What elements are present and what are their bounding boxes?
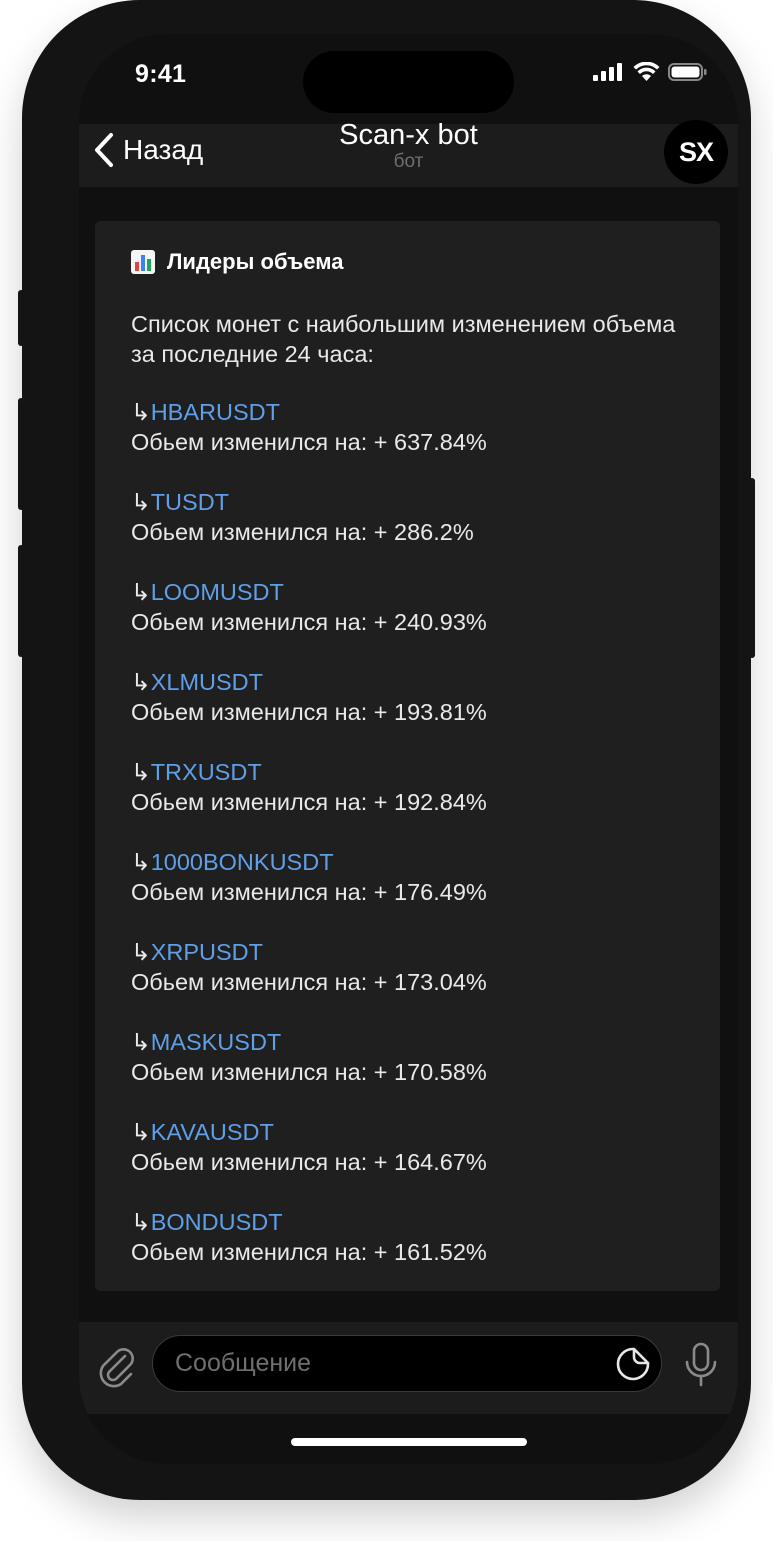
microphone-icon[interactable] bbox=[683, 1342, 719, 1388]
message-input[interactable] bbox=[152, 1335, 662, 1392]
arrow-icon: ↳ bbox=[131, 1209, 151, 1235]
arrow-icon: ↳ bbox=[131, 1119, 151, 1145]
list-item: ↳1000BONKUSDT Обьем изменился на: + 176.… bbox=[131, 847, 487, 937]
arrow-icon: ↳ bbox=[131, 939, 151, 965]
battery-icon bbox=[668, 63, 707, 81]
arrow-icon: ↳ bbox=[131, 849, 151, 875]
volume-change: Обьем изменился на: + 161.52% bbox=[131, 1239, 487, 1265]
volume-change: Обьем изменился на: + 240.93% bbox=[131, 609, 487, 635]
list-item: ↳LOOMUSDT Обьем изменился на: + 240.93% bbox=[131, 577, 487, 667]
list-item: ↳XLMUSDT Обьем изменился на: + 193.81% bbox=[131, 667, 487, 757]
power-button bbox=[749, 478, 755, 658]
list-item: ↳HBARUSDT Обьем изменился на: + 637.84% bbox=[131, 397, 487, 487]
message-heading: Лидеры объема bbox=[131, 249, 343, 275]
volume-change: Обьем изменился на: + 637.84% bbox=[131, 429, 487, 455]
signal-icon bbox=[593, 63, 622, 81]
arrow-icon: ↳ bbox=[131, 1029, 151, 1055]
chat-header: Scan-x bot бот Назад SX bbox=[79, 119, 738, 187]
volume-up-button bbox=[18, 398, 24, 510]
coin-link[interactable]: KAVAUSDT bbox=[151, 1119, 274, 1145]
intro-text: Список монет с наибольшим изменением объ… bbox=[131, 311, 676, 367]
volume-change: Обьем изменился на: + 173.04% bbox=[131, 969, 487, 995]
coin-link[interactable]: MASKUSDT bbox=[151, 1029, 282, 1055]
back-button[interactable]: Назад bbox=[93, 132, 203, 168]
arrow-icon: ↳ bbox=[131, 399, 151, 425]
coin-link[interactable]: LOOMUSDT bbox=[151, 579, 284, 605]
volume-change: Обьем изменился на: + 286.2% bbox=[131, 519, 474, 545]
list-item: ↳KAVAUSDT Обьем изменился на: + 164.67% bbox=[131, 1117, 487, 1207]
coin-link[interactable]: TUSDT bbox=[151, 489, 229, 515]
bot-avatar[interactable]: SX bbox=[664, 120, 728, 184]
list-item: ↳BONDUSDT Обьем изменился на: + 161.52% bbox=[131, 1207, 487, 1297]
screen: 9:41 Scan-x bot бот Назад SX Лидеры объе… bbox=[79, 34, 738, 1464]
list-item: ↳MASKUSDT Обьем изменился на: + 170.58% bbox=[131, 1027, 487, 1117]
home-indicator[interactable] bbox=[291, 1438, 527, 1446]
chevron-left-icon bbox=[95, 133, 113, 167]
arrow-icon: ↳ bbox=[131, 579, 151, 605]
heading-text: Лидеры объема bbox=[167, 249, 344, 274]
volume-change: Обьем изменился на: + 176.49% bbox=[131, 879, 487, 905]
arrow-icon: ↳ bbox=[131, 669, 151, 695]
bar-chart-icon bbox=[131, 250, 155, 274]
sticker-icon[interactable] bbox=[615, 1346, 651, 1382]
coin-link[interactable]: TRXUSDT bbox=[151, 759, 262, 785]
list-item: ↳XRPUSDT Обьем изменился на: + 173.04% bbox=[131, 937, 487, 1027]
status-icons bbox=[593, 62, 708, 82]
paperclip-icon[interactable] bbox=[97, 1344, 137, 1390]
arrow-icon: ↳ bbox=[131, 489, 151, 515]
message-bubble: Лидеры объема Список монет с наибольшим … bbox=[95, 221, 720, 1291]
list-item: ↳TRXUSDT Обьем изменился на: + 192.84% bbox=[131, 757, 487, 847]
volume-down-button bbox=[18, 545, 24, 657]
volume-change: Обьем изменился на: + 192.84% bbox=[131, 789, 487, 815]
volume-change: Обьем изменился на: + 170.58% bbox=[131, 1059, 487, 1085]
composer-bar bbox=[79, 1322, 738, 1414]
coin-link[interactable]: XLMUSDT bbox=[151, 669, 263, 695]
coin-list: ↳HBARUSDT Обьем изменился на: + 637.84% … bbox=[131, 397, 487, 1297]
arrow-icon: ↳ bbox=[131, 759, 151, 785]
action-button bbox=[18, 290, 24, 346]
volume-change: Обьем изменился на: + 164.67% bbox=[131, 1149, 487, 1175]
list-item: ↳TUSDT Обьем изменился на: + 286.2% bbox=[131, 487, 487, 577]
coin-link[interactable]: 1000BONKUSDT bbox=[151, 849, 334, 875]
phone-frame: 9:41 Scan-x bot бот Назад SX Лидеры объе… bbox=[18, 0, 755, 1500]
dynamic-island bbox=[303, 51, 514, 113]
back-label: Назад bbox=[123, 134, 204, 165]
coin-link[interactable]: XRPUSDT bbox=[151, 939, 263, 965]
coin-link[interactable]: BONDUSDT bbox=[151, 1209, 283, 1235]
volume-change: Обьем изменился на: + 193.81% bbox=[131, 699, 487, 725]
status-time: 9:41 bbox=[135, 60, 187, 88]
coin-link[interactable]: HBARUSDT bbox=[151, 399, 280, 425]
wifi-icon bbox=[633, 62, 660, 81]
